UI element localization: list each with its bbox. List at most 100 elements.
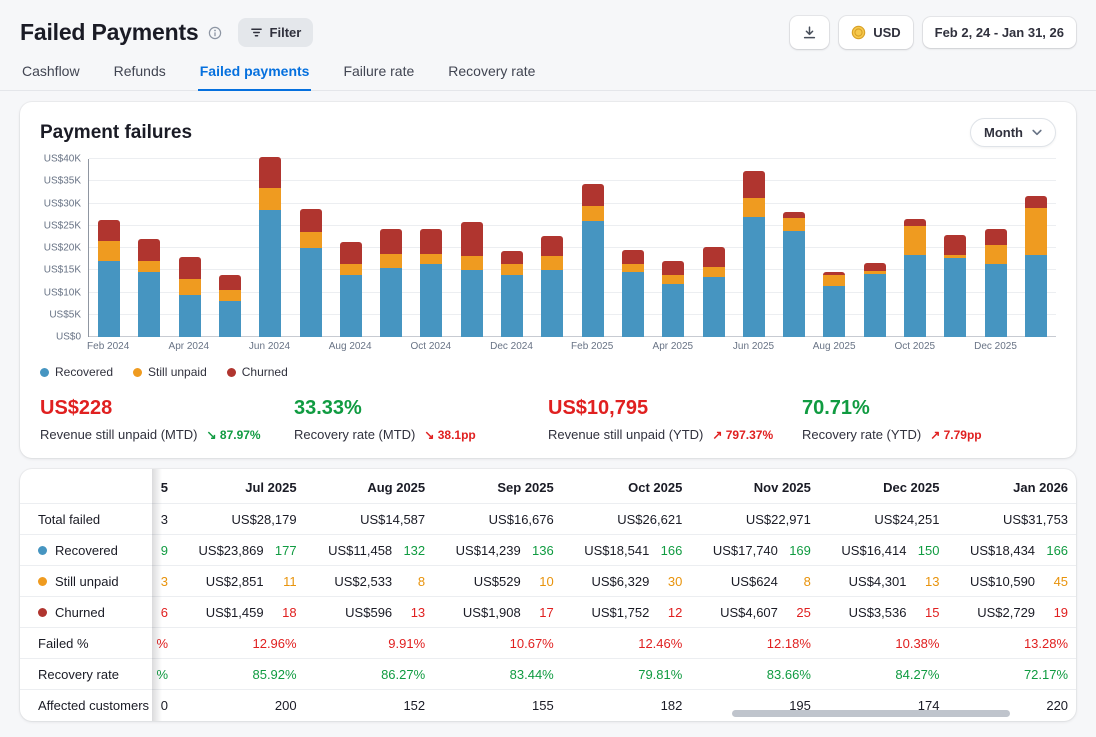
row-label: Recovery rate (20, 667, 152, 682)
table-cell: US$59613 (297, 605, 426, 620)
topbar: Failed Payments Filter (0, 0, 1096, 57)
row-label-text: Still unpaid (55, 574, 119, 589)
tab-refunds[interactable]: Refunds (112, 57, 168, 91)
date-range-button[interactable]: Feb 2, 24 - Jan 31, 26 (923, 17, 1076, 48)
bar-nov-2024[interactable] (461, 222, 483, 337)
cell-count: 12 (658, 605, 682, 620)
tab-recovery-rate[interactable]: Recovery rate (446, 57, 537, 91)
info-icon[interactable] (208, 26, 222, 40)
table-cell: US$26,621 (554, 512, 683, 527)
bar-jan-2026[interactable] (1025, 196, 1047, 337)
bar-apr-2024[interactable] (179, 257, 201, 337)
gridline (89, 203, 1056, 204)
table-cell: US$16,414150 (811, 543, 940, 558)
table-row-recovery-rate: Recovery rate%85.92%86.27%83.44%79.81%83… (20, 659, 1076, 690)
segment-churned (98, 220, 120, 241)
table-cell: US$1,75212 (554, 605, 683, 620)
kpi-recovery-rate-mtd: 33.33%Recovery rate (MTD)↘ 38.1pp (294, 397, 548, 442)
x-axis-label: Oct 2025 (895, 341, 936, 352)
bar-sep-2024[interactable] (380, 229, 402, 337)
y-axis-label: US$30K (44, 198, 81, 209)
download-icon (802, 25, 817, 40)
monthly-breakdown-card: 5Jul 2025Aug 2025Sep 2025Oct 2025Nov 202… (20, 469, 1076, 721)
bar-nov-2025[interactable] (944, 235, 966, 337)
currency-button[interactable]: USD (839, 16, 912, 49)
row-label: Churned (20, 605, 152, 620)
segment-churned (300, 209, 322, 233)
segment-recovered (985, 264, 1007, 337)
segment-churned (138, 239, 160, 261)
kpi-delta: ↗ 7.79pp (930, 428, 981, 442)
x-axis-label: Jun 2024 (249, 341, 290, 352)
tab-failed-payments[interactable]: Failed payments (198, 57, 312, 91)
table-cell: US$2,85111 (168, 574, 297, 589)
segment-still_unpaid (985, 245, 1007, 264)
bar-oct-2024[interactable] (420, 229, 442, 337)
tab-cashflow[interactable]: Cashflow (20, 57, 82, 91)
segment-churned (703, 247, 725, 267)
segment-recovered (420, 264, 442, 337)
bar-apr-2025[interactable] (662, 261, 684, 337)
table-cell: 10.67% (425, 636, 554, 651)
y-axis-label: US$15K (44, 265, 81, 276)
segment-still_unpaid (662, 275, 684, 284)
tab-failure-rate[interactable]: Failure rate (341, 57, 416, 91)
export-button[interactable] (790, 16, 829, 49)
table-cell: US$10,59045 (939, 574, 1068, 589)
row-label: Total failed (20, 512, 152, 527)
bar-oct-2025[interactable] (904, 219, 926, 337)
filter-button[interactable]: Filter (238, 18, 314, 47)
cell-count: 13 (401, 605, 425, 620)
segment-still_unpaid (541, 256, 563, 271)
bar-jul-2024[interactable] (300, 209, 322, 337)
bar-jun-2024[interactable] (259, 157, 281, 337)
granularity-select[interactable]: Month (970, 118, 1056, 147)
bar-dec-2024[interactable] (501, 251, 523, 337)
cell-amount: US$18,434 (970, 543, 1035, 558)
x-axis-label: Jun 2025 (733, 341, 774, 352)
x-axis-label: Feb 2025 (571, 341, 613, 352)
segment-still_unpaid (98, 241, 120, 261)
legend-recovered[interactable]: Recovered (40, 365, 113, 379)
horizontal-scrollbar-thumb[interactable] (732, 710, 1010, 717)
bar-feb-2025[interactable] (582, 184, 604, 337)
table-cell: US$2,5338 (297, 574, 426, 589)
bar-jun-2025[interactable] (743, 171, 765, 337)
cell-count: 177 (273, 543, 297, 558)
table-cell: US$6248 (682, 574, 811, 589)
bar-may-2024[interactable] (219, 275, 241, 337)
recovered-dot (40, 368, 49, 377)
column-header-jul-2025: Jul 2025 (168, 480, 297, 495)
x-axis-label: Dec 2024 (490, 341, 533, 352)
cell-amount: US$11,458 (328, 543, 392, 558)
cell-count: 136 (530, 543, 554, 558)
bar-feb-2024[interactable] (98, 220, 120, 337)
segment-recovered (703, 277, 725, 337)
bar-jan-2025[interactable] (541, 236, 563, 337)
x-axis-label: Aug 2025 (813, 341, 856, 352)
bar-jul-2025[interactable] (783, 212, 805, 337)
chevron-down-icon (1032, 129, 1042, 136)
cell-amount: US$2,851 (206, 574, 264, 589)
segment-churned (259, 157, 281, 188)
bar-dec-2025[interactable] (985, 229, 1007, 337)
bar-aug-2025[interactable] (823, 272, 845, 337)
cell-amount: US$529 (474, 574, 521, 589)
segment-still_unpaid (582, 206, 604, 221)
cell-amount: US$1,908 (463, 605, 521, 620)
bar-aug-2024[interactable] (340, 242, 362, 337)
legend-churned[interactable]: Churned (227, 365, 288, 379)
segment-churned (622, 250, 644, 263)
bar-sep-2025[interactable] (864, 263, 886, 337)
legend-still-unpaid[interactable]: Still unpaid (133, 365, 207, 379)
bar-may-2025[interactable] (703, 247, 725, 337)
kpi-recovery-rate-ytd: 70.71%Recovery rate (YTD)↗ 7.79pp (802, 397, 1056, 442)
bar-mar-2025[interactable] (622, 250, 644, 337)
y-axis-label: US$35K (44, 176, 81, 187)
segment-still_unpaid (1025, 208, 1047, 255)
cell-amount: US$624 (731, 574, 778, 589)
bar-mar-2024[interactable] (138, 239, 160, 337)
kpi-row: US$228Revenue still unpaid (MTD)↘ 87.97%… (40, 397, 1056, 442)
payment-failures-card: Payment failures Month US$0US$5KUS$10KUS… (20, 102, 1076, 458)
table-cell: US$24,251 (811, 512, 940, 527)
